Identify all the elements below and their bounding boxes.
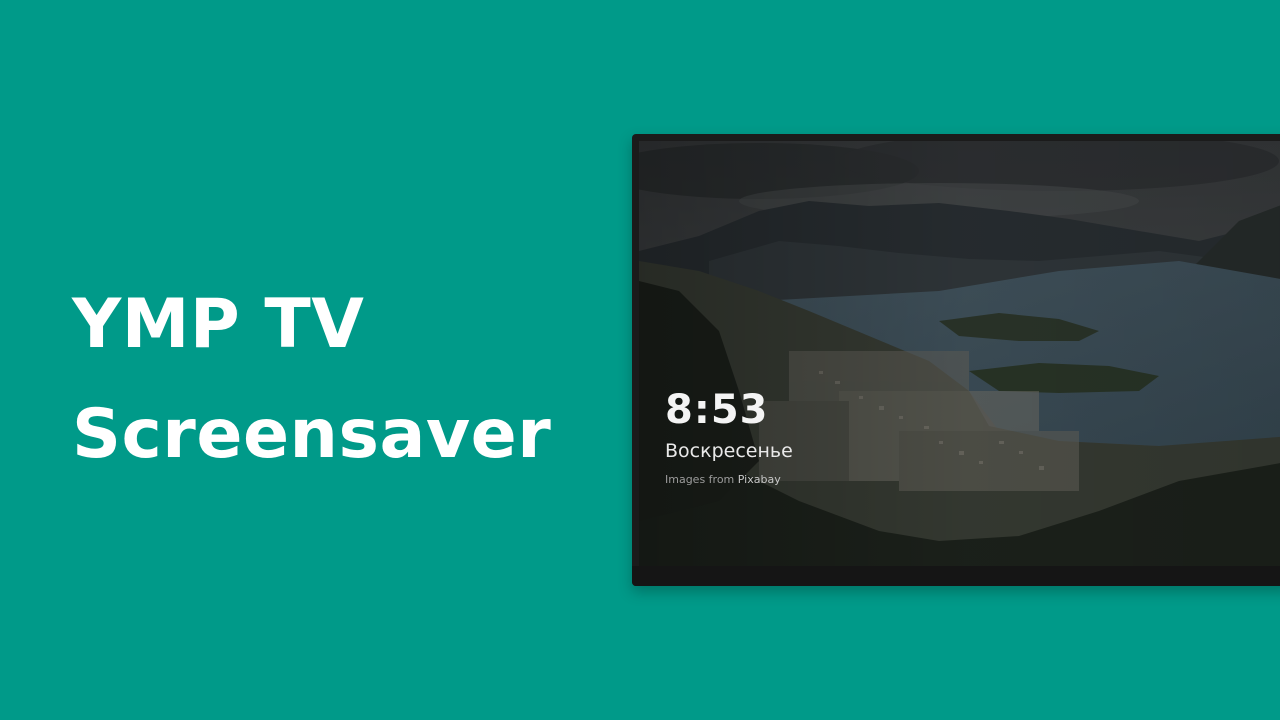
headline: YMP TV Screensaver: [72, 270, 551, 490]
tv-frame: 8:53 Воскресенье Images from Pixabay: [632, 134, 1280, 586]
image-credit-source: Pixabay: [737, 473, 781, 486]
promo-page: YMP TV Screensaver 8:53 Воскресенье Imag…: [0, 0, 1280, 720]
image-credit-prefix: Images from: [665, 473, 735, 486]
screensaver-overlay: 8:53 Воскресенье Images from Pixabay: [665, 387, 793, 487]
tv-screen: 8:53 Воскресенье Images from Pixabay: [639, 141, 1280, 566]
headline-line-2: Screensaver: [72, 395, 552, 474]
screensaver-background-image: [639, 141, 1280, 566]
image-credit: Images from Pixabay: [665, 473, 793, 487]
headline-line-1: YMP TV: [72, 285, 365, 364]
tv-bezel-bottom: [632, 566, 1280, 586]
day-of-week: Воскресенье: [665, 440, 793, 462]
clock-time: 8:53: [665, 387, 769, 433]
